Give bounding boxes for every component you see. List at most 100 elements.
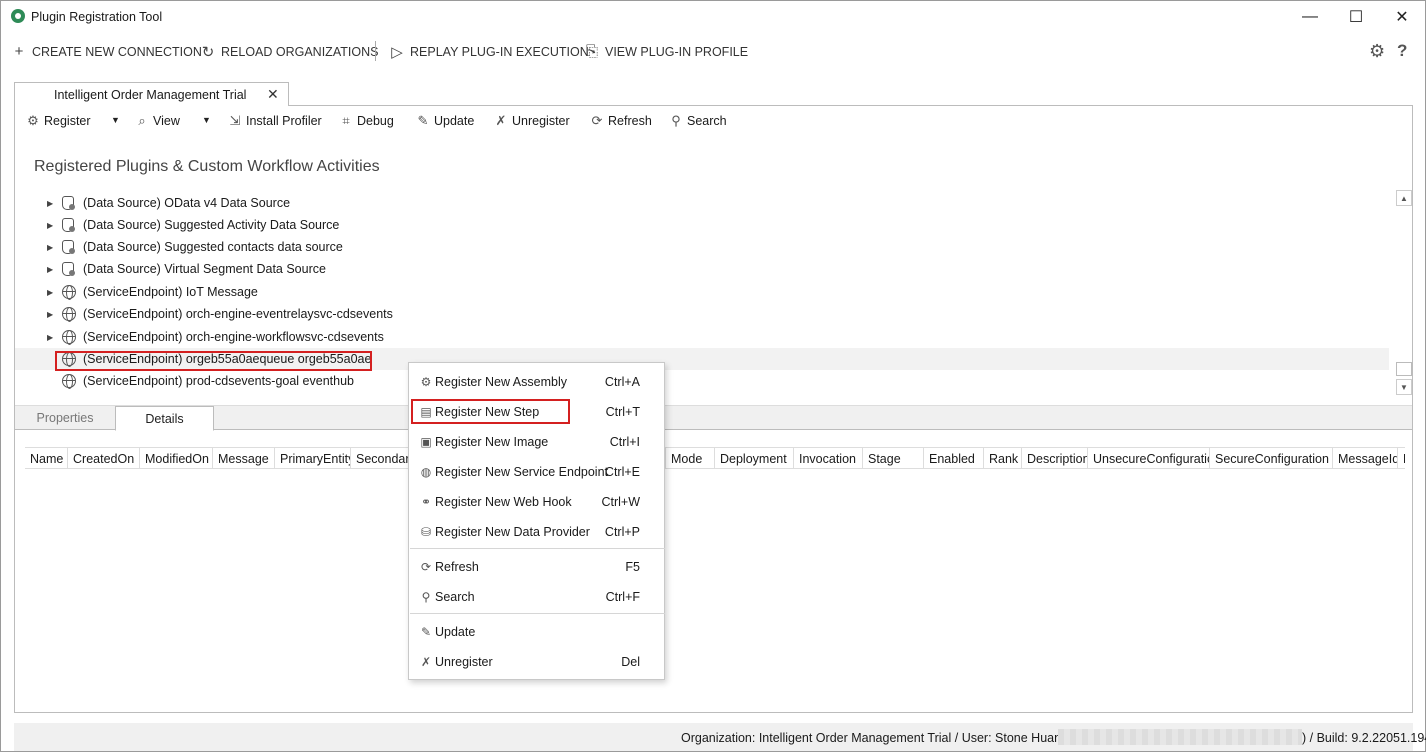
context-menu-item-label: Search xyxy=(435,590,475,604)
update-button[interactable]: ✎ Update xyxy=(416,113,475,129)
globe-icon xyxy=(62,374,76,389)
context-menu-item[interactable]: ✗ Unregister Del xyxy=(409,647,664,677)
create-connection-label: CREATE NEW CONNECTION xyxy=(32,44,202,59)
command-separator xyxy=(375,41,376,61)
reload-organizations-button[interactable]: ↻ RELOAD ORGANIZATIONS xyxy=(201,43,379,61)
expand-arrow-icon[interactable]: ▶ xyxy=(47,333,53,342)
expand-arrow-icon[interactable]: ▶ xyxy=(47,288,53,297)
tab-properties[interactable]: Properties xyxy=(15,406,115,430)
tab-details[interactable]: Details xyxy=(115,406,214,431)
expand-arrow-icon[interactable]: ▶ xyxy=(47,199,53,208)
scroll-thumb[interactable] xyxy=(1396,362,1412,376)
context-menu-item-label: Register New Data Provider xyxy=(435,525,590,539)
close-window-button[interactable]: ✕ xyxy=(1379,1,1425,33)
register-dropdown-chevron-icon[interactable]: ▼ xyxy=(111,115,120,125)
grid-column-header[interactable]: MessageId xyxy=(1333,448,1398,468)
grid-column-header[interactable]: Mode xyxy=(666,448,715,468)
refresh-button[interactable]: ⟳ Refresh xyxy=(590,113,652,129)
grid-column-header[interactable]: Deployment xyxy=(715,448,794,468)
search-button[interactable]: ⚲ Search xyxy=(669,113,726,129)
context-menu-item[interactable]: ✎ Update xyxy=(409,617,664,647)
tab-organization[interactable]: Intelligent Order Management Trial ✕ xyxy=(14,82,289,106)
tree-node[interactable]: ▶ (ServiceEndpoint) orch-engine-eventrela… xyxy=(15,303,1389,325)
search-icon: ⚲ xyxy=(421,590,431,604)
expand-arrow-icon[interactable]: ▶ xyxy=(47,243,53,252)
organization-tab-label: Intelligent Order Management Trial xyxy=(54,88,247,102)
title-bar: Plugin Registration Tool — ☐ ✕ xyxy=(1,1,1425,33)
maximize-button[interactable]: ☐ xyxy=(1333,1,1379,33)
context-menu-item[interactable]: ⚭ Register New Web Hook Ctrl+W xyxy=(409,487,664,517)
help-icon[interactable]: ? xyxy=(1397,41,1407,61)
grid-column-header[interactable]: Rank xyxy=(984,448,1022,468)
context-menu-item[interactable]: ⛁ Register New Data Provider Ctrl+P xyxy=(409,517,664,547)
grid-column-header[interactable]: Stage xyxy=(863,448,924,468)
refresh-label: Refresh xyxy=(608,114,652,128)
tree-node[interactable]: ▶ (Data Source) OData v4 Data Source xyxy=(15,192,1389,214)
database-icon xyxy=(62,196,75,210)
context-menu-item[interactable]: ⚲ Search Ctrl+F xyxy=(409,582,664,612)
install-profiler-button[interactable]: ⇲ Install Profiler xyxy=(228,113,322,129)
tree-node-label: (Data Source) Suggested contacts data so… xyxy=(83,240,343,254)
grid-column-header[interactable]: Enabled xyxy=(924,448,984,468)
grid-column-header[interactable]: M xyxy=(1398,448,1405,468)
grid-column-header[interactable]: CreatedOn xyxy=(68,448,140,468)
globe-icon xyxy=(62,330,76,345)
plus-icon: + xyxy=(14,43,24,60)
tree-node[interactable]: ▶ (Data Source) Suggested contacts data s… xyxy=(15,236,1389,258)
unregister-button[interactable]: ✗ Unregister xyxy=(494,113,570,129)
profile-icon: ⎘ xyxy=(585,43,598,60)
database-icon xyxy=(62,218,75,232)
image-icon: ▣ xyxy=(420,435,432,449)
tree-node-label: (Data Source) Suggested Activity Data So… xyxy=(83,218,340,232)
tree-node[interactable]: ▶ (ServiceEndpoint) IoT Message xyxy=(15,281,1389,303)
tree-node-label: (ServiceEndpoint) orch-engine-eventrelay… xyxy=(83,307,393,321)
refresh-icon: ⟳ xyxy=(420,560,432,574)
view-profile-button[interactable]: ⎘ VIEW PLUG-IN PROFILE xyxy=(585,43,748,60)
unregister-label: Unregister xyxy=(512,114,570,128)
minimize-button[interactable]: — xyxy=(1287,1,1333,33)
app-logo-icon xyxy=(11,9,25,23)
close-tab-icon[interactable]: ✕ xyxy=(267,86,279,103)
tree-node-label: (ServiceEndpoint) orch-engine-workflowsv… xyxy=(83,330,384,344)
expand-arrow-icon[interactable]: ▶ xyxy=(47,310,53,319)
webhook-icon: ⚭ xyxy=(420,495,432,509)
grid-column-header[interactable]: UnsecureConfiguration xyxy=(1088,448,1210,468)
context-menu-item[interactable]: ◍ Register New Service Endpoint Ctrl+E xyxy=(409,457,664,487)
grid-column-header[interactable]: Message xyxy=(213,448,275,468)
status-build-text: ) / Build: 9.2.22051.194 xyxy=(1302,731,1426,745)
view-button[interactable]: ⌕ View xyxy=(135,113,180,129)
context-menu-item[interactable]: ⚙ Register New Assembly Ctrl+A xyxy=(409,367,664,397)
tree-node[interactable]: ▶ (Data Source) Suggested Activity Data S… xyxy=(15,214,1389,236)
register-button[interactable]: ⚙ Register xyxy=(26,113,90,129)
tree-scrollbar[interactable]: ▲ ▼ xyxy=(1396,190,1412,396)
install-profiler-label: Install Profiler xyxy=(246,114,322,128)
grid-column-header[interactable]: Name xyxy=(25,448,68,468)
debug-button[interactable]: ⌗ Debug xyxy=(339,113,394,129)
update-icon: ✎ xyxy=(417,113,429,128)
menu-separator xyxy=(410,548,665,549)
replay-execution-button[interactable]: ▷ REPLAY PLUG-IN EXECUTION xyxy=(390,43,589,61)
scroll-up-icon[interactable]: ▲ xyxy=(1396,190,1412,206)
update-label: Update xyxy=(434,114,475,128)
view-dropdown-chevron-icon[interactable]: ▼ xyxy=(202,115,211,125)
context-menu-shortcut: Ctrl+A xyxy=(604,375,640,389)
expand-arrow-icon[interactable]: ▶ xyxy=(47,265,53,274)
context-menu-item[interactable]: ⟳ Refresh F5 xyxy=(409,552,664,582)
tree-node[interactable]: (ServiceEndpoint) prod-cdsevents-goal ev… xyxy=(15,370,1389,392)
context-menu-item-label: Register New Assembly xyxy=(435,375,567,389)
create-connection-button[interactable]: + CREATE NEW CONNECTION xyxy=(12,43,202,60)
search-icon: ⚲ xyxy=(671,113,681,128)
tree-node-label: (Data Source) Virtual Segment Data Sourc… xyxy=(83,262,326,276)
context-menu-item[interactable]: ▣ Register New Image Ctrl+I xyxy=(409,427,664,457)
reload-organizations-label: RELOAD ORGANIZATIONS xyxy=(221,45,379,59)
tree-node[interactable]: ▶ (Data Source) Virtual Segment Data Sour… xyxy=(15,258,1389,280)
tree-node[interactable]: ▶ (ServiceEndpoint) orch-engine-workflows… xyxy=(15,326,1389,348)
grid-column-header[interactable]: Invocation xyxy=(794,448,863,468)
expand-arrow-icon[interactable]: ▶ xyxy=(47,221,53,230)
grid-column-header[interactable]: PrimaryEntity xyxy=(275,448,351,468)
grid-column-header[interactable]: Description xyxy=(1022,448,1088,468)
scroll-down-icon[interactable]: ▼ xyxy=(1396,379,1412,395)
settings-gear-icon[interactable]: ⚙ xyxy=(1369,41,1385,62)
grid-column-header[interactable]: ModifiedOn xyxy=(140,448,213,468)
grid-column-header[interactable]: SecureConfiguration xyxy=(1210,448,1333,468)
